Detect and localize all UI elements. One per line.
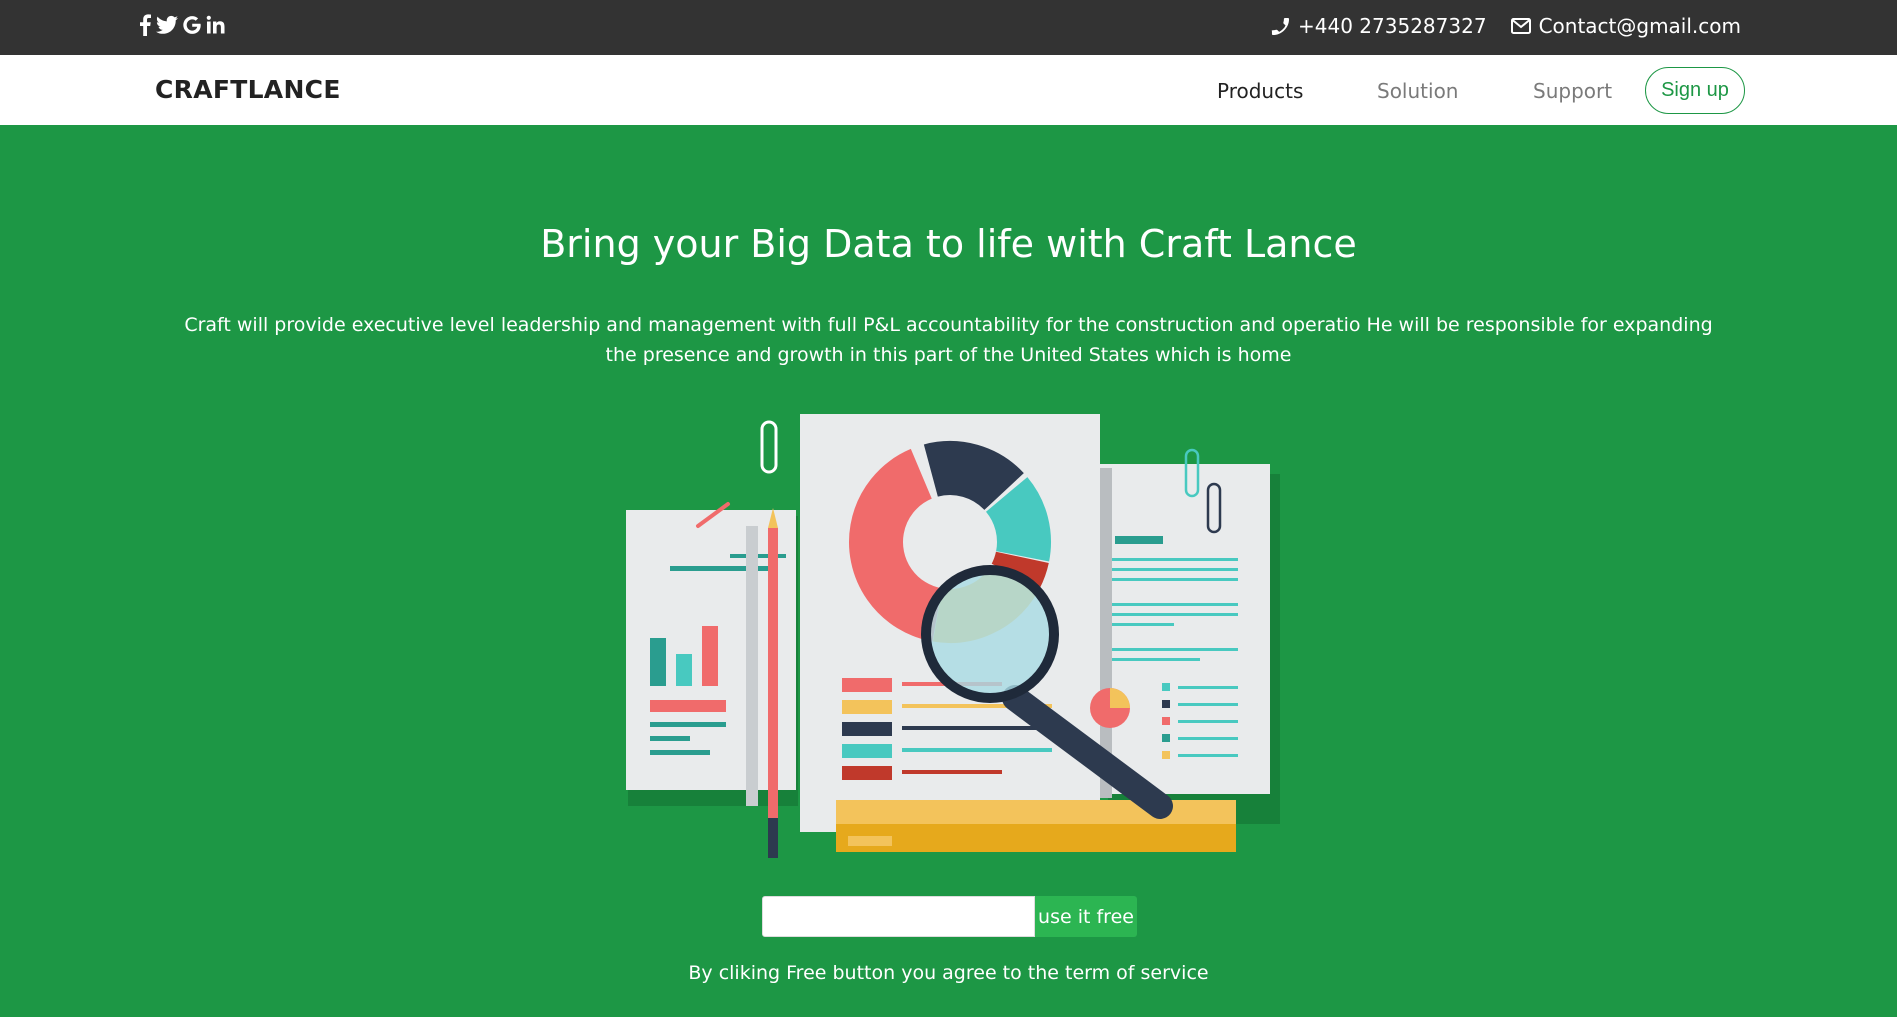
phone-number: +440 2735287327 bbox=[1298, 14, 1487, 38]
top-bar: +440 2735287327 Contact@gmail.com bbox=[0, 0, 1897, 55]
email-address: Contact@gmail.com bbox=[1538, 14, 1741, 38]
phone-item[interactable]: +440 2735287327 bbox=[1271, 14, 1487, 38]
signup-button[interactable]: Sign up bbox=[1645, 67, 1745, 114]
phone-icon bbox=[1271, 17, 1290, 35]
google-icon[interactable] bbox=[182, 15, 202, 35]
terms-note: By cliking Free button you agree to the … bbox=[688, 962, 1209, 984]
use-it-free-button[interactable]: use it free bbox=[1035, 896, 1137, 937]
email-item[interactable]: Contact@gmail.com bbox=[1510, 14, 1741, 38]
nav-solution[interactable]: Solution bbox=[1377, 79, 1458, 103]
linkedin-icon[interactable] bbox=[206, 15, 226, 35]
brand-logo[interactable]: CRAFTLANCE bbox=[155, 75, 341, 104]
social-links bbox=[138, 14, 226, 36]
navbar: CRAFTLANCE Products Solution Support Sig… bbox=[0, 55, 1897, 125]
nav-products[interactable]: Products bbox=[1217, 79, 1303, 103]
nav-support[interactable]: Support bbox=[1533, 79, 1612, 103]
data-analysis-illustration bbox=[626, 414, 1280, 858]
twitter-icon[interactable] bbox=[156, 15, 178, 35]
facebook-icon[interactable] bbox=[138, 14, 152, 36]
contact-info: +440 2735287327 Contact@gmail.com bbox=[1271, 14, 1741, 38]
hero-description: Craft will provide executive level leade… bbox=[184, 314, 1713, 366]
hero-title: Bring your Big Data to life with Craft L… bbox=[540, 222, 1357, 266]
envelope-icon bbox=[1510, 18, 1531, 34]
email-input[interactable] bbox=[762, 896, 1035, 937]
